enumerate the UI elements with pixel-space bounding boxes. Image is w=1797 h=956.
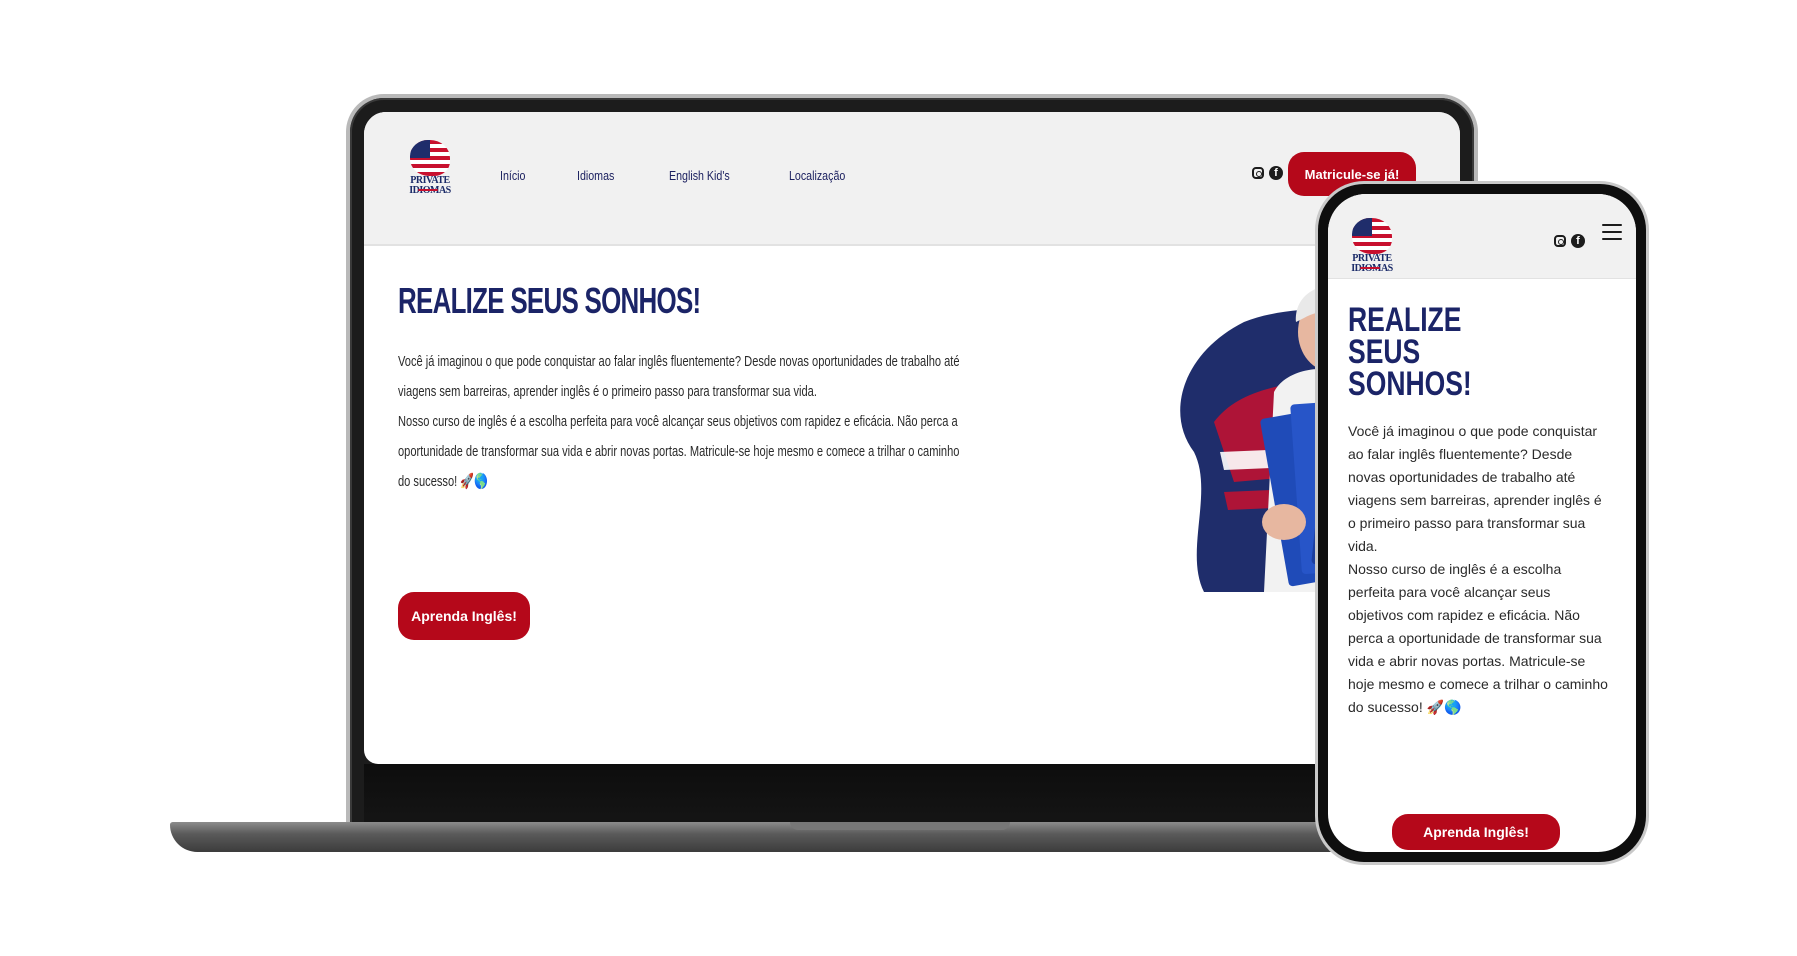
phone-frame: PRIVATE IDIOMAS f REALIZE SEUS SONHOS! V… [1318, 184, 1646, 862]
brand-swoosh [418, 189, 438, 191]
brand-swoosh [1360, 267, 1380, 269]
hero-paragraph-1: Você já imaginou o que pode conquistar a… [398, 353, 960, 400]
instagram-icon[interactable] [1252, 167, 1264, 179]
brand-logo[interactable]: PRIVATE IDIOMAS [396, 140, 464, 196]
learn-english-button[interactable]: Aprenda Inglês! [398, 592, 530, 640]
laptop-screen: PRIVATE IDIOMAS Início Idiomas English K… [364, 112, 1460, 764]
phone-brand-name: PRIVATE IDIOMAS [1351, 253, 1393, 274]
flag-icon [410, 140, 450, 176]
phone-learn-english-button[interactable]: Aprenda Inglês! [1392, 814, 1560, 850]
phone-hero-title: REALIZE SEUS SONHOS! [1348, 301, 1472, 403]
flag-icon [1352, 218, 1392, 254]
facebook-icon[interactable]: f [1269, 166, 1283, 180]
site-header: PRIVATE IDIOMAS Início Idiomas English K… [364, 112, 1460, 246]
hero-title: REALIZE SEUS SONHOS! [398, 280, 701, 321]
hero-paragraph-2: Nosso curso de inglês é a escolha perfei… [398, 413, 960, 490]
phone-social-links: f [1554, 234, 1585, 248]
nav-item-english-kids[interactable]: English Kid's [669, 168, 730, 183]
main-nav: Início Idiomas English Kid's Localização [500, 168, 857, 183]
facebook-icon[interactable]: f [1571, 234, 1585, 248]
nav-item-localizacao[interactable]: Localização [789, 168, 845, 183]
phone-brand-logo[interactable]: PRIVATE IDIOMAS [1338, 218, 1406, 274]
menu-icon[interactable] [1602, 224, 1622, 240]
phone-hero-text: Você já imaginou o que pode conquistar a… [1348, 420, 1608, 719]
instagram-icon[interactable] [1554, 235, 1566, 247]
laptop-keyboard-area [364, 764, 1460, 826]
social-links: f [1252, 166, 1283, 180]
nav-item-inicio[interactable]: Início [500, 168, 525, 183]
phone-hero-paragraph-1: Você já imaginou o que pode conquistar a… [1348, 423, 1602, 554]
brand-name: PRIVATE IDIOMAS [409, 175, 451, 196]
phone-screen: PRIVATE IDIOMAS f REALIZE SEUS SONHOS! V… [1328, 194, 1636, 852]
nav-item-idiomas[interactable]: Idiomas [577, 168, 614, 183]
hero-text: Você já imaginou o que pode conquistar a… [398, 347, 960, 497]
phone-hero-paragraph-2: Nosso curso de inglês é a escolha perfei… [1348, 561, 1608, 715]
phone-header: PRIVATE IDIOMAS f [1328, 194, 1636, 279]
laptop-notch [790, 822, 1010, 830]
